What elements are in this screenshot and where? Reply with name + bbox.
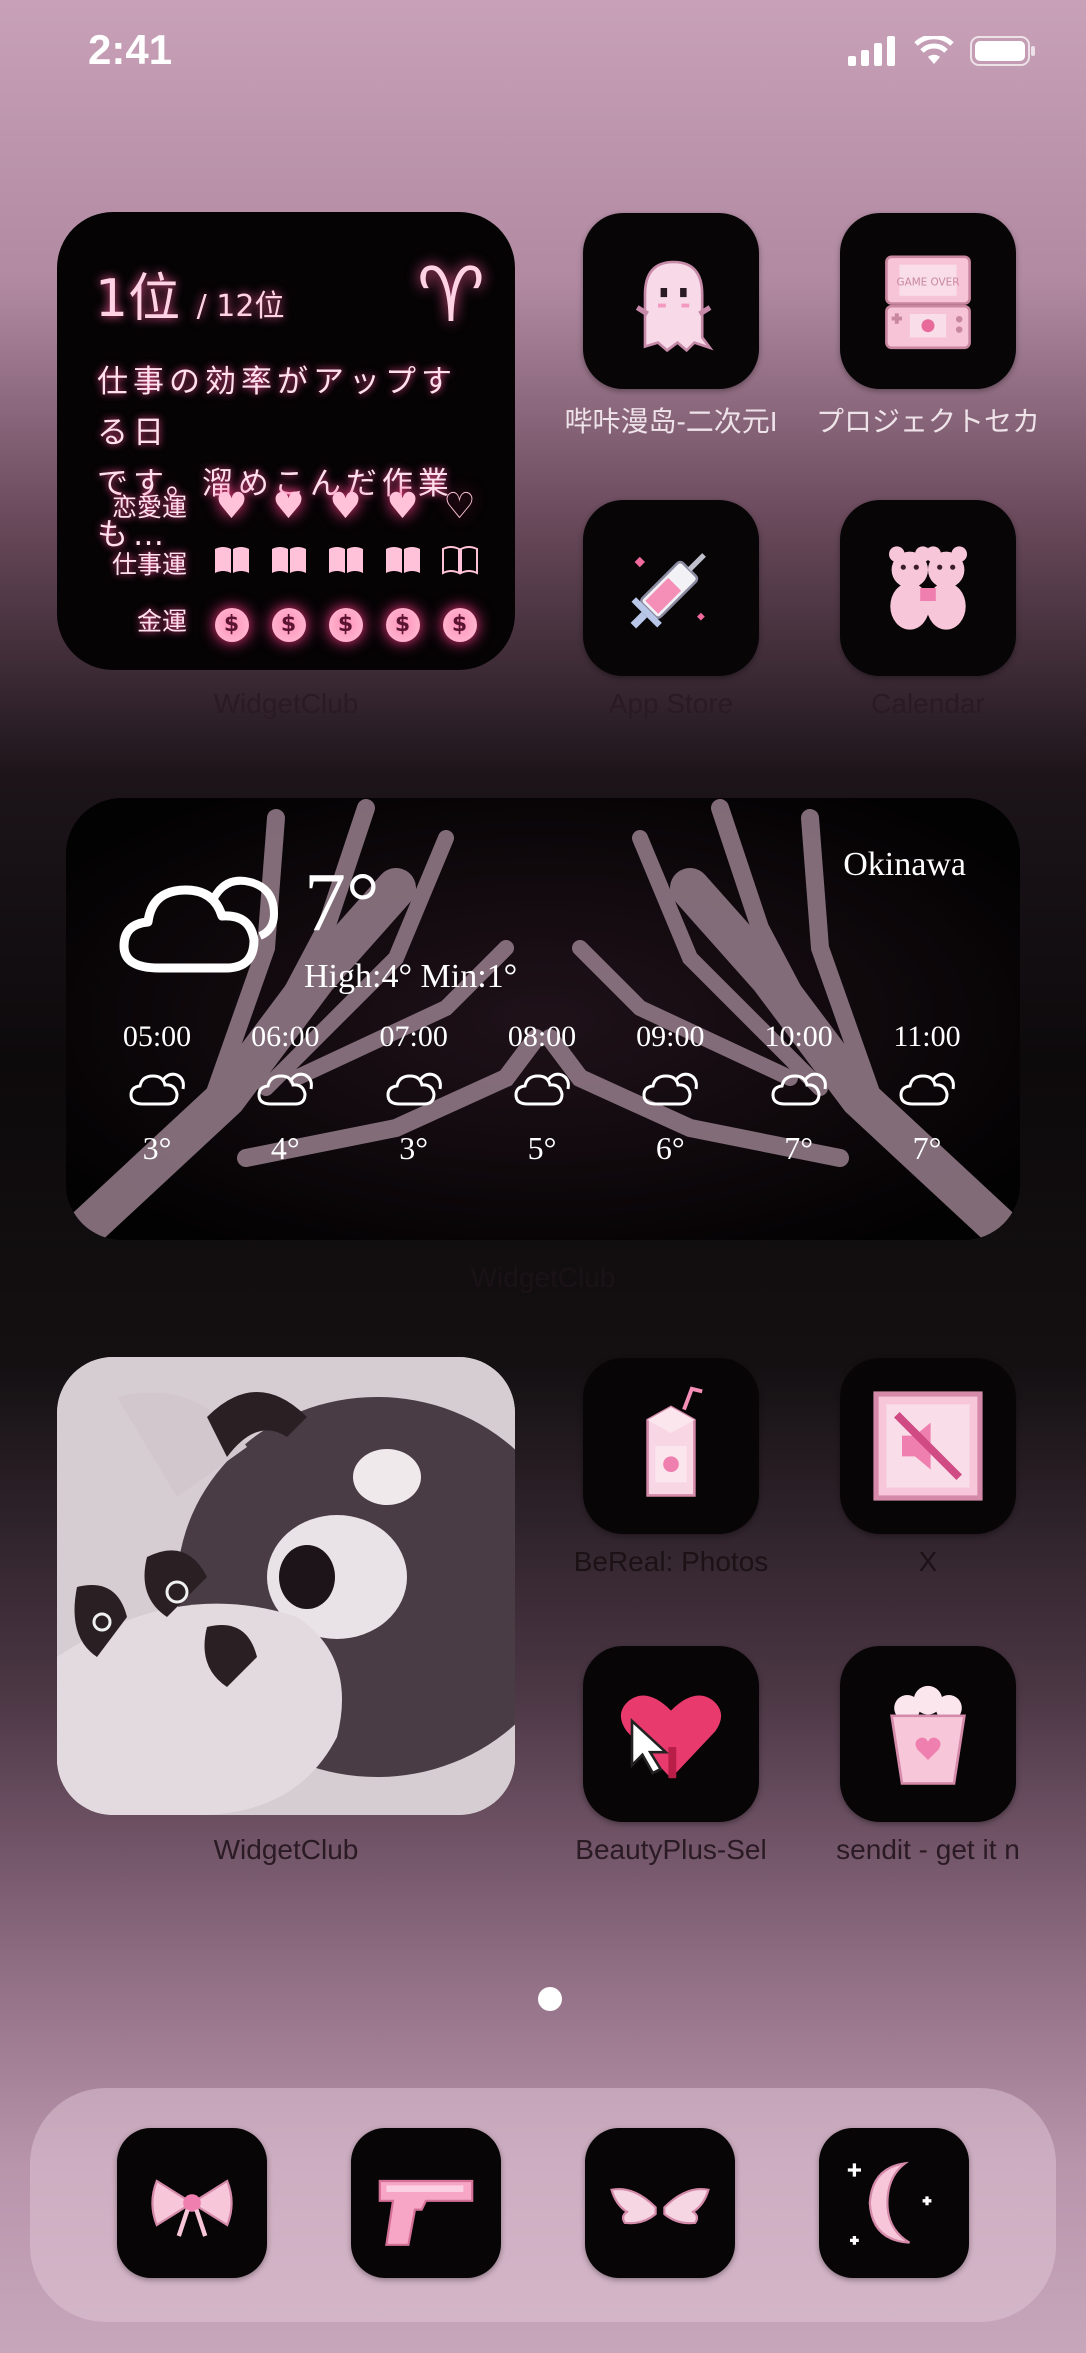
app-label-app-store: App Store xyxy=(608,688,734,719)
love-fortune-label: 恋愛運 xyxy=(111,493,187,522)
hourly-item: 05:00 3° xyxy=(122,1020,192,1166)
plush-and-nails-photo xyxy=(57,1357,515,1815)
aries-sign-icon: ♈ xyxy=(416,250,485,339)
app-label-game-console: プロジェクトセカ xyxy=(815,406,1040,437)
app-beautyplus[interactable] xyxy=(583,1646,759,1822)
wings-icon xyxy=(610,2188,710,2225)
status-icons xyxy=(848,36,1036,66)
hourly-item: 10:00 7° xyxy=(764,1020,833,1166)
hourly-forecast: 05:00 3° 06:00 4° 07:00 3° 08:00 5° 09:00 6° … xyxy=(102,1020,982,1167)
app-label-calendar: Calendar xyxy=(871,688,985,719)
work-fortune-label: 仕事運 xyxy=(111,550,187,579)
app-label-sendit: sendit - get it n xyxy=(836,1834,1020,1865)
cellular-signal-icon xyxy=(848,36,895,66)
heart-icon: ♥ xyxy=(272,485,305,527)
weather-widget-caption: WidgetClub xyxy=(470,1262,616,1293)
horoscope-widget-caption: WidgetClub xyxy=(213,688,359,719)
app-label-ghost: 哔咔漫岛-二次元I xyxy=(564,406,778,437)
syringe-icon xyxy=(630,553,706,629)
money-fortune-label: 金運 xyxy=(136,607,187,636)
cloud-icon xyxy=(771,1072,827,1106)
hourly-item: 07:00 3° xyxy=(379,1020,448,1166)
app-ghost[interactable] xyxy=(583,213,759,389)
game-console-icon: GAME OVER xyxy=(885,255,971,350)
cloudy-weather-icon xyxy=(119,876,279,973)
hourly-item: 09:00 6° xyxy=(636,1020,705,1166)
horoscope-rank: 1位 / 12位 xyxy=(95,269,285,329)
popcorn-box-icon xyxy=(890,1685,966,1785)
love-fortune-row: 恋愛運 ♥ ♥ ♥ ♥ ♡ xyxy=(87,478,507,534)
battery-icon xyxy=(970,36,1035,66)
milk-carton-icon xyxy=(646,1386,703,1497)
weather-widget[interactable]: 7° High:4° Min:1° Okinawa 05:00 3° 06:00 4… xyxy=(66,798,1020,1240)
app-game-console[interactable]: GAME OVER xyxy=(840,213,1016,389)
ghost-icon xyxy=(635,260,714,353)
coin-icon: $ xyxy=(214,607,249,642)
money-fortune-row: 金運 $ $ $ $ $ xyxy=(87,592,507,648)
app-calendar[interactable] xyxy=(840,500,1016,676)
app-app-store[interactable] xyxy=(583,500,759,676)
cloud-icon xyxy=(257,1072,314,1106)
pistol-icon xyxy=(378,2179,474,2246)
weather-city: Okinawa xyxy=(843,846,966,883)
app-x[interactable] xyxy=(840,1358,1016,1534)
heart-cursor-icon xyxy=(620,1695,722,1779)
work-fortune-row: 仕事運 xyxy=(87,535,507,591)
coin-icon: $ xyxy=(385,607,420,642)
status-time: 2:41 xyxy=(88,26,173,73)
dock-app-bow[interactable] xyxy=(117,2128,267,2278)
app-label-x: X xyxy=(918,1546,938,1577)
book-outline-icon xyxy=(431,543,488,584)
current-temperature: 7° xyxy=(304,856,380,949)
cloud-icon xyxy=(899,1072,955,1106)
bow-icon xyxy=(151,2179,233,2237)
page-indicator-dot[interactable] xyxy=(538,1987,562,2011)
coin-icon: $ xyxy=(442,607,477,642)
book-icon xyxy=(374,543,431,584)
cloud-icon xyxy=(642,1072,699,1106)
heart-icon: ♥ xyxy=(386,485,419,527)
book-icon xyxy=(260,543,317,584)
cloud-icon xyxy=(514,1072,570,1106)
photo-widget-caption: WidgetClub xyxy=(213,1834,359,1865)
hourly-item: 06:00 4° xyxy=(251,1020,320,1166)
cloud-icon xyxy=(129,1072,185,1106)
teddy-bears-icon xyxy=(889,546,967,630)
photo-widget[interactable] xyxy=(57,1357,515,1815)
dock-app-wings[interactable] xyxy=(585,2128,735,2278)
status-bar: 2:41 xyxy=(0,0,1086,100)
mute-speaker-icon xyxy=(873,1391,983,1501)
horoscope-widget[interactable]: 1位 / 12位 ♈ 仕事の効率がアップする日 です。溜めこんだ作業も… 恋愛運… xyxy=(57,212,515,670)
heart-outline-icon: ♡ xyxy=(443,485,476,527)
dock-app-pistol[interactable] xyxy=(351,2128,501,2278)
book-icon xyxy=(317,543,374,584)
hourly-item: 08:00 5° xyxy=(507,1020,577,1166)
app-bereal[interactable] xyxy=(583,1358,759,1534)
coin-icon: $ xyxy=(271,607,306,642)
heart-icon: ♥ xyxy=(329,485,362,527)
app-label-bereal: BeReal: Photos xyxy=(573,1546,769,1577)
wifi-icon xyxy=(914,36,954,64)
moon-stars-icon xyxy=(847,2161,932,2245)
app-sendit[interactable] xyxy=(840,1646,1016,1822)
svg-text:GAME OVER: GAME OVER xyxy=(897,276,960,288)
cloud-icon xyxy=(386,1072,442,1106)
heart-icon: ♥ xyxy=(215,485,248,527)
coin-icon: $ xyxy=(328,607,363,642)
hourly-item: 11:00 7° xyxy=(893,1020,961,1166)
high-low-temperature: High:4° Min:1° xyxy=(304,958,518,995)
app-label-beautyplus: BeautyPlus-Sel xyxy=(575,1834,767,1865)
book-icon xyxy=(203,543,260,584)
dock-app-moon[interactable] xyxy=(819,2128,969,2278)
